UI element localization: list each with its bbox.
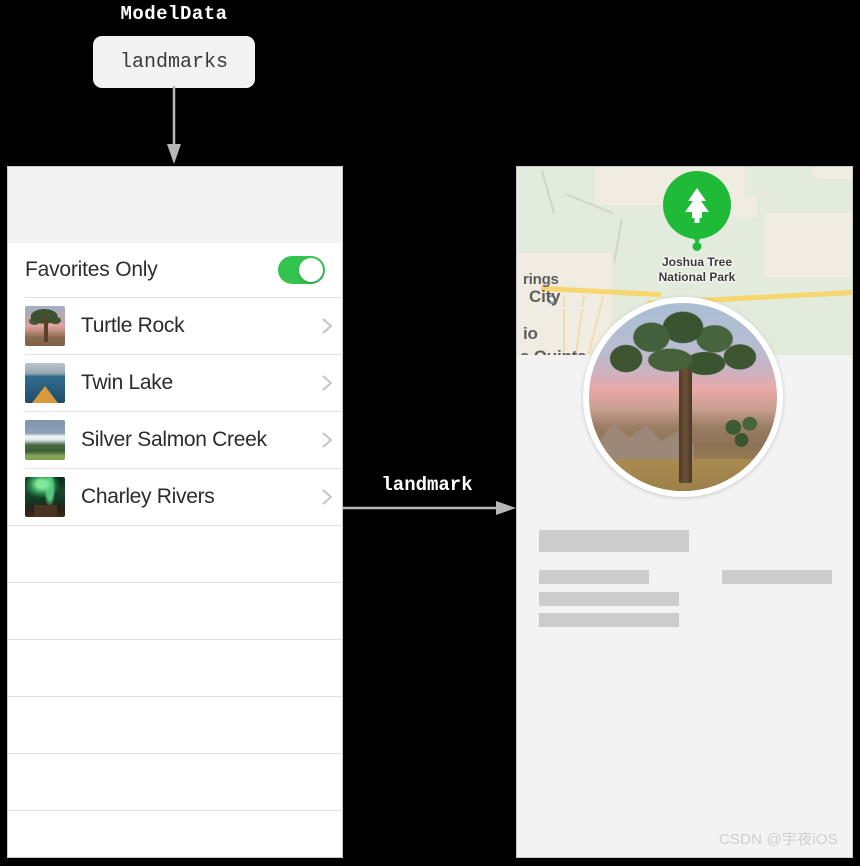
list-item[interactable]: Charley Rivers: [8, 469, 342, 525]
list-item-label: Charley Rivers: [81, 485, 215, 508]
map-pin[interactable]: Joshua Tree National Park: [657, 171, 737, 284]
placeholder-title-bar: [539, 530, 689, 552]
list-item[interactable]: Silver Salmon Creek: [8, 412, 342, 468]
favorites-only-label: Favorites Only: [25, 258, 158, 281]
placeholder-text-bar: [539, 570, 649, 584]
favorites-only-toggle[interactable]: [278, 256, 325, 284]
map-pin-anchor-dot: [692, 242, 702, 251]
landmark-hero-image: [583, 297, 783, 497]
navigation-bar: [8, 167, 342, 243]
empty-list-row: [8, 526, 342, 582]
chevron-right-icon: [312, 430, 342, 450]
empty-list-row: [8, 640, 342, 696]
arrow-right-icon: [338, 501, 516, 515]
toggle-knob: [299, 258, 323, 282]
placeholder-text-bar: [539, 613, 679, 627]
tree-canopy: [604, 310, 762, 394]
empty-list-row: [8, 811, 342, 857]
chevron-right-icon: [312, 487, 342, 507]
favorites-only-row[interactable]: Favorites Only: [8, 243, 342, 297]
list-item-label: Turtle Rock: [81, 314, 185, 337]
landmarks-property-chip: landmarks: [93, 36, 255, 88]
map-boundary-line: [540, 169, 556, 215]
map-boundary-line: [613, 219, 623, 263]
arrow-down-icon: [167, 86, 181, 164]
map-pin-caption-line2: National Park: [658, 270, 736, 284]
map-pin-caption: Joshua Tree National Park: [637, 255, 757, 285]
map-label: a Quinta: [520, 347, 587, 355]
landmark-thumbnail: [25, 363, 65, 403]
empty-list-row: [8, 697, 342, 753]
list-item-label: Twin Lake: [81, 371, 173, 394]
landmark-list-screen: Favorites Only Turtle Rock Twin Lake Sil…: [7, 166, 343, 858]
chevron-right-icon: [312, 316, 342, 336]
map-pin-caption-line1: Joshua Tree: [661, 255, 733, 269]
placeholder-text-bar: [539, 592, 679, 606]
map-street: [533, 307, 593, 309]
empty-list-row: [8, 583, 342, 639]
landmark-binding-label: landmark: [381, 474, 473, 496]
landmark-thumbnail: [25, 420, 65, 460]
map-label: io: [523, 324, 538, 343]
pine-tree-icon: [663, 171, 731, 239]
landmark-thumbnail: [25, 477, 65, 517]
placeholder-text-bar: [722, 570, 832, 584]
landmark-detail-screen: rings City io a Quinta Joshua Tree Natio…: [516, 166, 853, 858]
landmarks-property-label: landmarks: [119, 50, 229, 74]
landmark-thumbnail: [25, 306, 65, 346]
chevron-right-icon: [312, 373, 342, 393]
map-label: rings: [523, 271, 559, 288]
map-label: City: [529, 287, 561, 306]
small-joshua-tree: [720, 412, 762, 458]
model-data-title: ModelData: [120, 3, 228, 25]
empty-list-row: [8, 754, 342, 810]
joshua-tree-photo: [589, 303, 777, 491]
map-area-patch: [765, 213, 852, 277]
list-item[interactable]: Twin Lake: [8, 355, 342, 411]
map-area-patch: [813, 167, 852, 179]
watermark: CSDN @宇夜iOS: [718, 831, 838, 848]
diagram-canvas: ModelData landmarks landmark Favorites O…: [0, 0, 860, 866]
list-item-label: Silver Salmon Creek: [81, 428, 267, 451]
list-item[interactable]: Turtle Rock: [8, 298, 342, 354]
